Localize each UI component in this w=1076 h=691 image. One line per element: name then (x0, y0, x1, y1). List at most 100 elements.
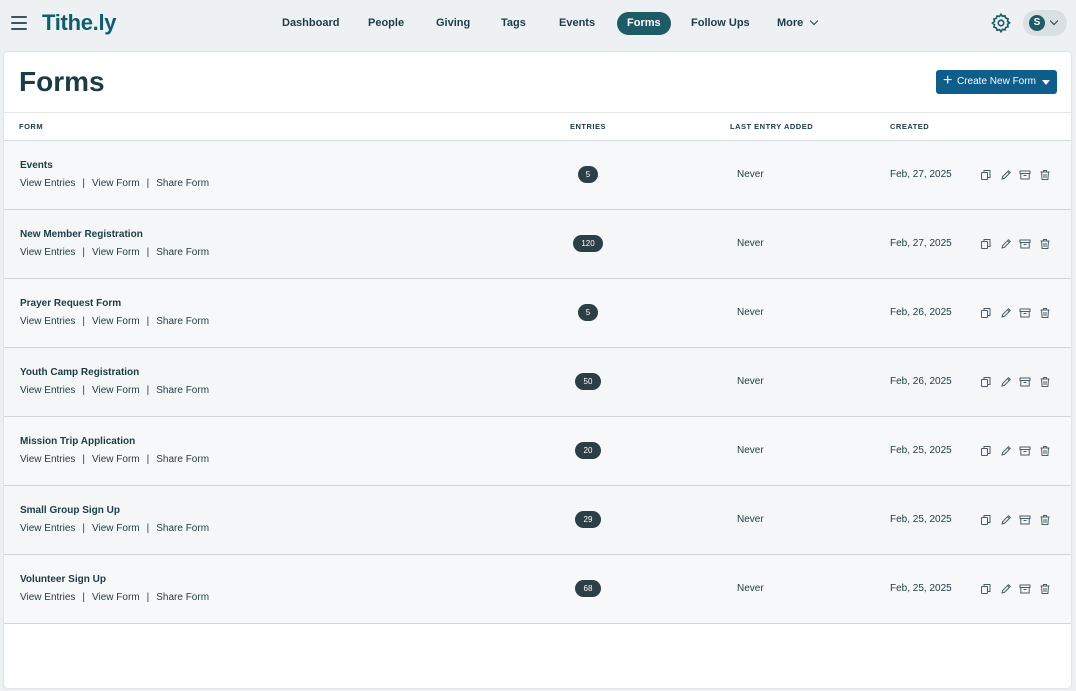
nav-item-giving[interactable]: Giving (426, 12, 480, 35)
link-separator: | (82, 385, 86, 396)
create-new-form-label: Create New Form (957, 76, 1036, 87)
entries-count-badge: 50 (575, 373, 601, 390)
form-name-link[interactable]: Volunteer Sign Up (20, 574, 106, 585)
edit-icon[interactable] (1000, 444, 1012, 456)
archive-icon[interactable] (1019, 306, 1031, 318)
copy-icon[interactable] (980, 375, 992, 387)
edit-icon[interactable] (1000, 513, 1012, 525)
row-links: View Entries | View Form | Share Form (20, 178, 209, 189)
share-form-link[interactable]: Share Form (156, 523, 209, 534)
view-form-link[interactable]: View Form (92, 178, 140, 189)
delete-icon[interactable] (1039, 168, 1051, 180)
nav-item-more-label: More (777, 17, 804, 29)
view-form-link[interactable]: View Form (92, 592, 140, 603)
view-form-link[interactable]: View Form (92, 316, 140, 327)
delete-icon[interactable] (1039, 582, 1051, 594)
delete-icon[interactable] (1039, 237, 1051, 249)
row-links: View Entries | View Form | Share Form (20, 454, 209, 465)
view-entries-link[interactable]: View Entries (20, 592, 75, 603)
share-form-link[interactable]: Share Form (156, 592, 209, 603)
link-separator: | (82, 454, 86, 465)
delete-icon[interactable] (1039, 375, 1051, 387)
created-date: Feb, 25, 2025 (890, 583, 952, 594)
form-name-link[interactable]: Youth Camp Registration (20, 367, 139, 378)
view-form-link[interactable]: View Form (92, 247, 140, 258)
share-form-link[interactable]: Share Form (156, 178, 209, 189)
form-name-link[interactable]: Mission Trip Application (20, 436, 135, 447)
delete-icon[interactable] (1039, 306, 1051, 318)
share-form-link[interactable]: Share Form (156, 316, 209, 327)
archive-icon[interactable] (1019, 237, 1031, 249)
archive-icon[interactable] (1019, 168, 1031, 180)
nav-item-events[interactable]: Events (549, 12, 605, 35)
link-separator: | (82, 592, 86, 603)
row-actions (980, 306, 1052, 320)
view-form-link[interactable]: View Form (92, 523, 140, 534)
copy-icon[interactable] (980, 168, 992, 180)
forms-card: Forms + Create New Form FORM ENTRIES LAS… (4, 52, 1071, 688)
nav-item-tags[interactable]: Tags (491, 12, 536, 35)
column-header-last-entry: LAST ENTRY ADDED (730, 122, 814, 131)
archive-icon[interactable] (1019, 513, 1031, 525)
created-date: Feb, 27, 2025 (890, 238, 952, 249)
link-separator: | (82, 178, 86, 189)
table-row: New Member Registration View Entries | View… (4, 210, 1071, 279)
row-links: View Entries | View Form | Share Form (20, 385, 209, 396)
share-form-link[interactable]: Share Form (156, 385, 209, 396)
page-title: Forms (19, 66, 105, 97)
share-form-link[interactable]: Share Form (156, 454, 209, 465)
archive-icon[interactable] (1019, 375, 1031, 387)
row-links: View Entries | View Form | Share Form (20, 247, 209, 258)
view-entries-link[interactable]: View Entries (20, 454, 75, 465)
link-separator: | (146, 178, 150, 189)
entries-count-badge: 5 (578, 304, 598, 321)
nav-item-dashboard[interactable]: Dashboard (272, 12, 349, 35)
row-actions (980, 444, 1052, 458)
chevron-down-icon (810, 16, 819, 26)
top-nav: Tithe.ly Dashboard People Giving Tags Ev… (0, 0, 1076, 47)
nav-item-follow-ups[interactable]: Follow Ups (681, 12, 760, 35)
form-name-link[interactable]: Prayer Request Form (20, 298, 121, 309)
link-separator: | (82, 523, 86, 534)
created-date: Feb, 26, 2025 (890, 307, 952, 318)
nav-item-more[interactable]: More (767, 12, 827, 35)
copy-icon[interactable] (980, 582, 992, 594)
view-entries-link[interactable]: View Entries (20, 385, 75, 396)
edit-icon[interactable] (1000, 168, 1012, 180)
view-entries-link[interactable]: View Entries (20, 247, 75, 258)
copy-icon[interactable] (980, 513, 992, 525)
copy-icon[interactable] (980, 237, 992, 249)
edit-icon[interactable] (1000, 582, 1012, 594)
nav-item-people[interactable]: People (358, 12, 414, 35)
edit-icon[interactable] (1000, 306, 1012, 318)
edit-icon[interactable] (1000, 375, 1012, 387)
gear-icon[interactable] (990, 12, 1012, 34)
table-row: Volunteer Sign Up View Entries | View Form |… (4, 555, 1071, 624)
last-entry-value: Never (737, 238, 764, 249)
caret-down-icon (1042, 80, 1050, 85)
form-name-link[interactable]: New Member Registration (20, 229, 143, 240)
last-entry-value: Never (737, 307, 764, 318)
chevron-down-icon (1049, 16, 1059, 26)
view-entries-link[interactable]: View Entries (20, 316, 75, 327)
view-entries-link[interactable]: View Entries (20, 178, 75, 189)
view-entries-link[interactable]: View Entries (20, 523, 75, 534)
form-name-link[interactable]: Events (20, 160, 53, 171)
edit-icon[interactable] (1000, 237, 1012, 249)
copy-icon[interactable] (980, 306, 992, 318)
user-menu[interactable]: S (1023, 10, 1067, 36)
hamburger-icon[interactable] (11, 16, 27, 30)
delete-icon[interactable] (1039, 444, 1051, 456)
view-form-link[interactable]: View Form (92, 454, 140, 465)
archive-icon[interactable] (1019, 444, 1031, 456)
view-form-link[interactable]: View Form (92, 385, 140, 396)
archive-icon[interactable] (1019, 582, 1031, 594)
share-form-link[interactable]: Share Form (156, 247, 209, 258)
form-name-link[interactable]: Small Group Sign Up (20, 505, 120, 516)
delete-icon[interactable] (1039, 513, 1051, 525)
logo[interactable]: Tithe.ly (42, 10, 117, 36)
nav-item-forms[interactable]: Forms (617, 12, 671, 35)
column-header-form: FORM (19, 122, 44, 131)
create-new-form-button[interactable]: + Create New Form (936, 70, 1057, 94)
copy-icon[interactable] (980, 444, 992, 456)
